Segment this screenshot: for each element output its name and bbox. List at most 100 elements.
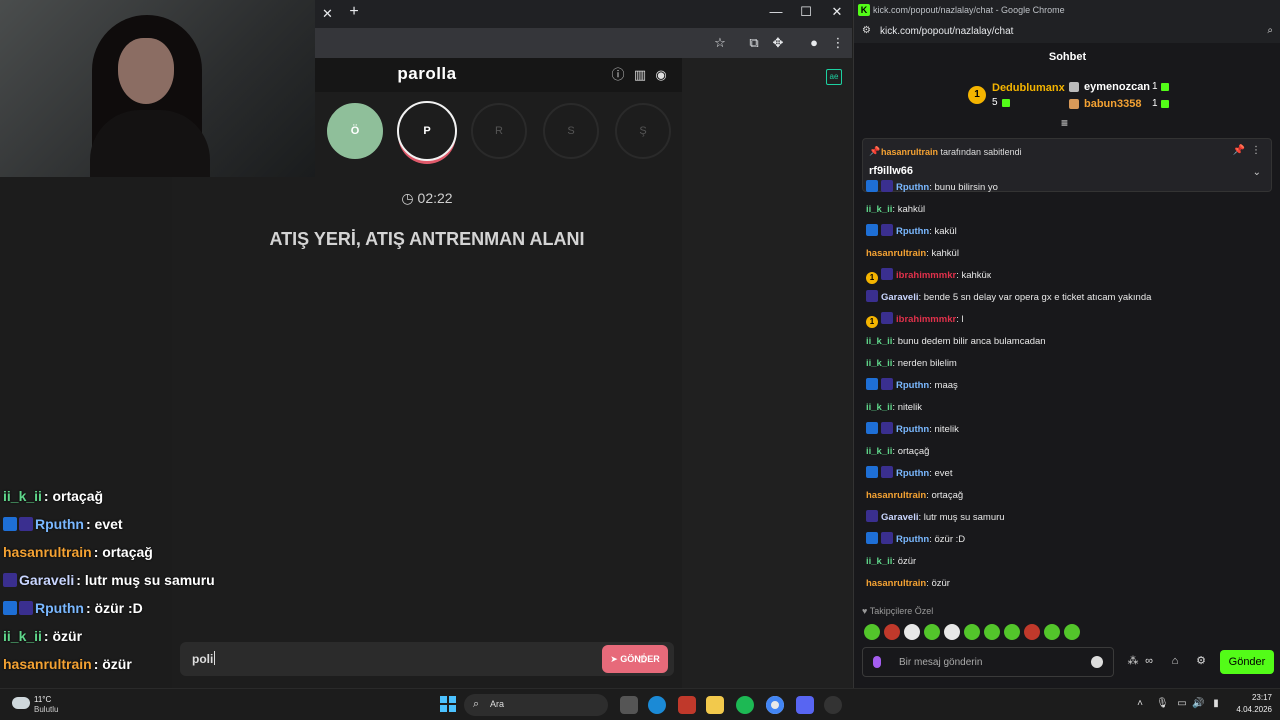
leaderboard-third-name[interactable]: babun3358 — [1084, 98, 1141, 110]
chat-username[interactable]: Rputhn — [896, 534, 929, 545]
chat-username[interactable]: Garaveli — [881, 292, 919, 303]
chat-url: kick.com/popout/nazlalay/chat — [880, 26, 1014, 37]
start-button[interactable] — [440, 696, 456, 712]
taskbar-search[interactable]: ⌕ Ara — [464, 694, 608, 716]
chat-username[interactable]: Rputhn — [896, 182, 929, 193]
send-answer-button[interactable]: ➤ GÖNDER — [602, 645, 668, 673]
new-tab-button[interactable]: + — [346, 4, 362, 20]
extension-badge-icon[interactable]: ae — [826, 69, 842, 85]
send-icon: ➤ — [610, 654, 621, 664]
network-icon[interactable]: ▭ — [1176, 698, 1188, 710]
chat-message: hasanrultrain: kahkül — [866, 243, 1270, 265]
profile-avatar-icon[interactable]: ● — [806, 35, 822, 50]
overlay-chat-text: : lutr muş su samuru — [76, 572, 215, 588]
emoji-icon[interactable] — [1091, 656, 1103, 668]
chat-send-button[interactable]: Gönder — [1220, 650, 1274, 674]
clock-time[interactable]: 23:17 — [1236, 693, 1272, 702]
zoom-icon[interactable]: ⌕ — [1267, 25, 1273, 36]
account-icon[interactable]: ◉ — [653, 67, 669, 83]
chat-text: : nitelik — [929, 424, 959, 435]
chat-username[interactable]: ii_k_ii — [866, 204, 892, 215]
emote-icon[interactable] — [1064, 624, 1080, 640]
gift-icon — [1161, 83, 1169, 91]
countdown-timer: ◷ 02:22 — [172, 190, 682, 207]
chat-username[interactable]: ii_k_ii — [866, 402, 892, 413]
overlay-chat-text: : özür :D — [85, 600, 143, 616]
microphone-icon[interactable]: 🎙 — [1156, 698, 1169, 710]
rank-bronze-icon — [1069, 99, 1079, 109]
chat-message-input[interactable]: Bir mesaj gönderin — [862, 647, 1114, 677]
tab-close-icon[interactable]: ✕ — [322, 6, 333, 22]
emote-icon[interactable] — [904, 624, 920, 640]
chat-message: Rputhn: bunu bilirsin yo — [866, 177, 1270, 199]
store-icon[interactable]: ⌂ — [1168, 654, 1182, 668]
star-badge-icon — [881, 268, 893, 280]
spotify-icon[interactable] — [736, 696, 754, 714]
app-icon[interactable] — [824, 696, 842, 714]
leaderboard-first-count: 5 — [992, 97, 998, 108]
emote-icon[interactable] — [1044, 624, 1060, 640]
pinned-by: hasanrultrain tarafından sabitlendi — [881, 147, 1022, 157]
chat-header: Sohbet — [854, 43, 1280, 71]
chat-message: ii_k_ii: bunu dedem bilir anca bulamcada… — [866, 331, 1270, 353]
chat-username[interactable]: hasanrultrain — [866, 248, 926, 259]
extensions-icon[interactable]: ✥ — [770, 35, 786, 51]
close-window-button[interactable]: ✕ — [827, 4, 847, 20]
more-options-icon[interactable]: ⋮ — [1251, 145, 1261, 156]
stats-icon[interactable]: ▥ — [632, 67, 648, 83]
emote-icon[interactable] — [884, 624, 900, 640]
emote-icon[interactable] — [864, 624, 880, 640]
chrome-icon[interactable] — [766, 696, 784, 714]
chat-username[interactable]: hasanrultrain — [866, 578, 926, 589]
chat-url-bar[interactable]: ⚙ kick.com/popout/nazlalay/chat ⌕ — [854, 21, 1280, 43]
volume-icon[interactable]: 🔊 — [1192, 698, 1204, 710]
maximize-button[interactable]: ☐ — [796, 4, 816, 20]
quick-emotes-icon[interactable]: ⁂ — [1126, 654, 1140, 668]
translate-icon[interactable]: ⧉ — [746, 35, 762, 51]
file-explorer-icon[interactable] — [706, 696, 724, 714]
chat-username[interactable]: ii_k_ii — [866, 358, 892, 369]
overlay-chat-text: : özür — [43, 628, 83, 644]
right-empty-panel: ae — [682, 58, 852, 688]
clock-date[interactable]: 4.04.2026 — [1226, 705, 1272, 714]
chevron-up-icon[interactable]: ˄ — [1134, 698, 1146, 710]
battery-icon[interactable]: ▮ — [1210, 698, 1222, 710]
chat-username[interactable]: ibrahimmmkr — [896, 314, 956, 325]
emote-icon[interactable] — [944, 624, 960, 640]
minimize-button[interactable]: — — [766, 4, 786, 19]
edge-icon[interactable] — [648, 696, 666, 714]
chat-username[interactable]: Rputhn — [896, 468, 929, 479]
star-badge-icon — [881, 532, 893, 544]
leaderboard-first-name[interactable]: Dedublumanx — [992, 82, 1065, 94]
chat-username[interactable]: Rputhn — [896, 226, 929, 237]
info-icon[interactable]: ⓘ — [610, 67, 626, 83]
emote-icon[interactable] — [984, 624, 1000, 640]
unpin-icon[interactable]: 📌 — [1233, 145, 1245, 156]
browser-menu-icon[interactable]: ⋮ — [830, 35, 846, 51]
chat-username[interactable]: ii_k_ii — [866, 446, 892, 457]
chat-username[interactable]: ii_k_ii — [866, 556, 892, 567]
app-icon[interactable] — [678, 696, 696, 714]
emote-icon[interactable] — [1004, 624, 1020, 640]
chat-username[interactable]: Garaveli — [881, 512, 919, 523]
task-view-icon[interactable] — [620, 696, 638, 714]
site-info-icon[interactable]: ⚙ — [862, 25, 871, 36]
chat-username[interactable]: Rputhn — [896, 424, 929, 435]
emote-icon[interactable] — [964, 624, 980, 640]
star-badge-icon — [866, 510, 878, 522]
bookmark-star-icon[interactable]: ☆ — [712, 35, 728, 51]
emote-icon[interactable] — [1024, 624, 1040, 640]
chat-username[interactable]: Rputhn — [896, 380, 929, 391]
discord-icon[interactable] — [796, 696, 814, 714]
expand-leaderboard-icon[interactable]: ≡ — [1061, 116, 1068, 130]
leaderboard-second-name[interactable]: eymenozcan — [1084, 81, 1150, 93]
infinity-icon[interactable]: ∞ — [1142, 654, 1156, 668]
chat-username[interactable]: ii_k_ii — [866, 336, 892, 347]
windows-taskbar: 11°C Bulutlu ⌕ Ara ˄ 🎙 ▭ 🔊 ▮ 23:17 4.04.… — [0, 688, 1280, 720]
settings-gear-icon[interactable]: ⚙ — [1194, 654, 1208, 668]
microphone-icon[interactable] — [873, 656, 881, 668]
answer-input[interactable]: poli ➤ GÖNDER — [180, 642, 674, 676]
chat-username[interactable]: hasanrultrain — [866, 490, 926, 501]
chat-username[interactable]: ibrahimmmkr — [896, 270, 956, 281]
emote-icon[interactable] — [924, 624, 940, 640]
